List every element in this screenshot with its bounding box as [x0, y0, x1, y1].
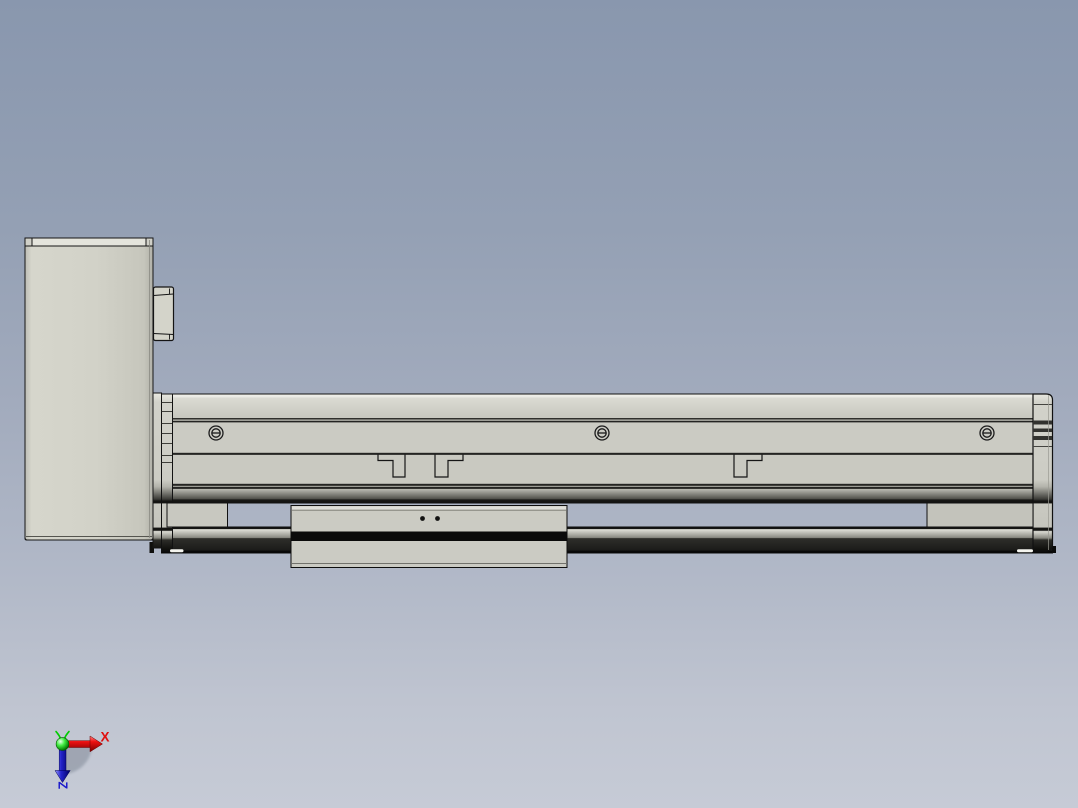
rail-lower-assembly[interactable]: [149, 526, 1057, 554]
model-drawing: X Z: [24, 237, 1057, 790]
z-axis-label: Z: [56, 782, 70, 790]
rail-end-strip[interactable]: [152, 392, 162, 549]
carriage-slider[interactable]: [290, 504, 568, 569]
left-support-block[interactable]: [166, 502, 229, 528]
origin-sphere-icon: [55, 737, 70, 751]
carriage-dowel-hole: [420, 516, 425, 521]
carriage-top-highlight: [292, 506, 566, 510]
left-foot-highlight: [170, 549, 184, 553]
connector-bracket[interactable]: [152, 286, 175, 342]
housing-top-corner-left: [24, 237, 33, 247]
motor-housing[interactable]: [24, 237, 154, 541]
housing-top-strip: [24, 237, 154, 247]
rail-extrusion-body[interactable]: [171, 393, 1034, 504]
cad-viewport[interactable]: X Z: [0, 0, 1078, 808]
right-support-block[interactable]: [926, 502, 1034, 528]
right-end-cap[interactable]: [1032, 393, 1054, 552]
carriage-dowel-hole: [435, 516, 440, 521]
rail-lower-band-left[interactable]: [161, 526, 292, 554]
origin-triad: X Z: [54, 730, 110, 790]
right-foot-step: [1052, 546, 1056, 553]
carriage-seal-band: [291, 531, 567, 541]
rail-lower-band-right[interactable]: [566, 526, 1053, 554]
x-axis-label: X: [101, 730, 110, 745]
right-foot-highlight: [1017, 549, 1033, 553]
